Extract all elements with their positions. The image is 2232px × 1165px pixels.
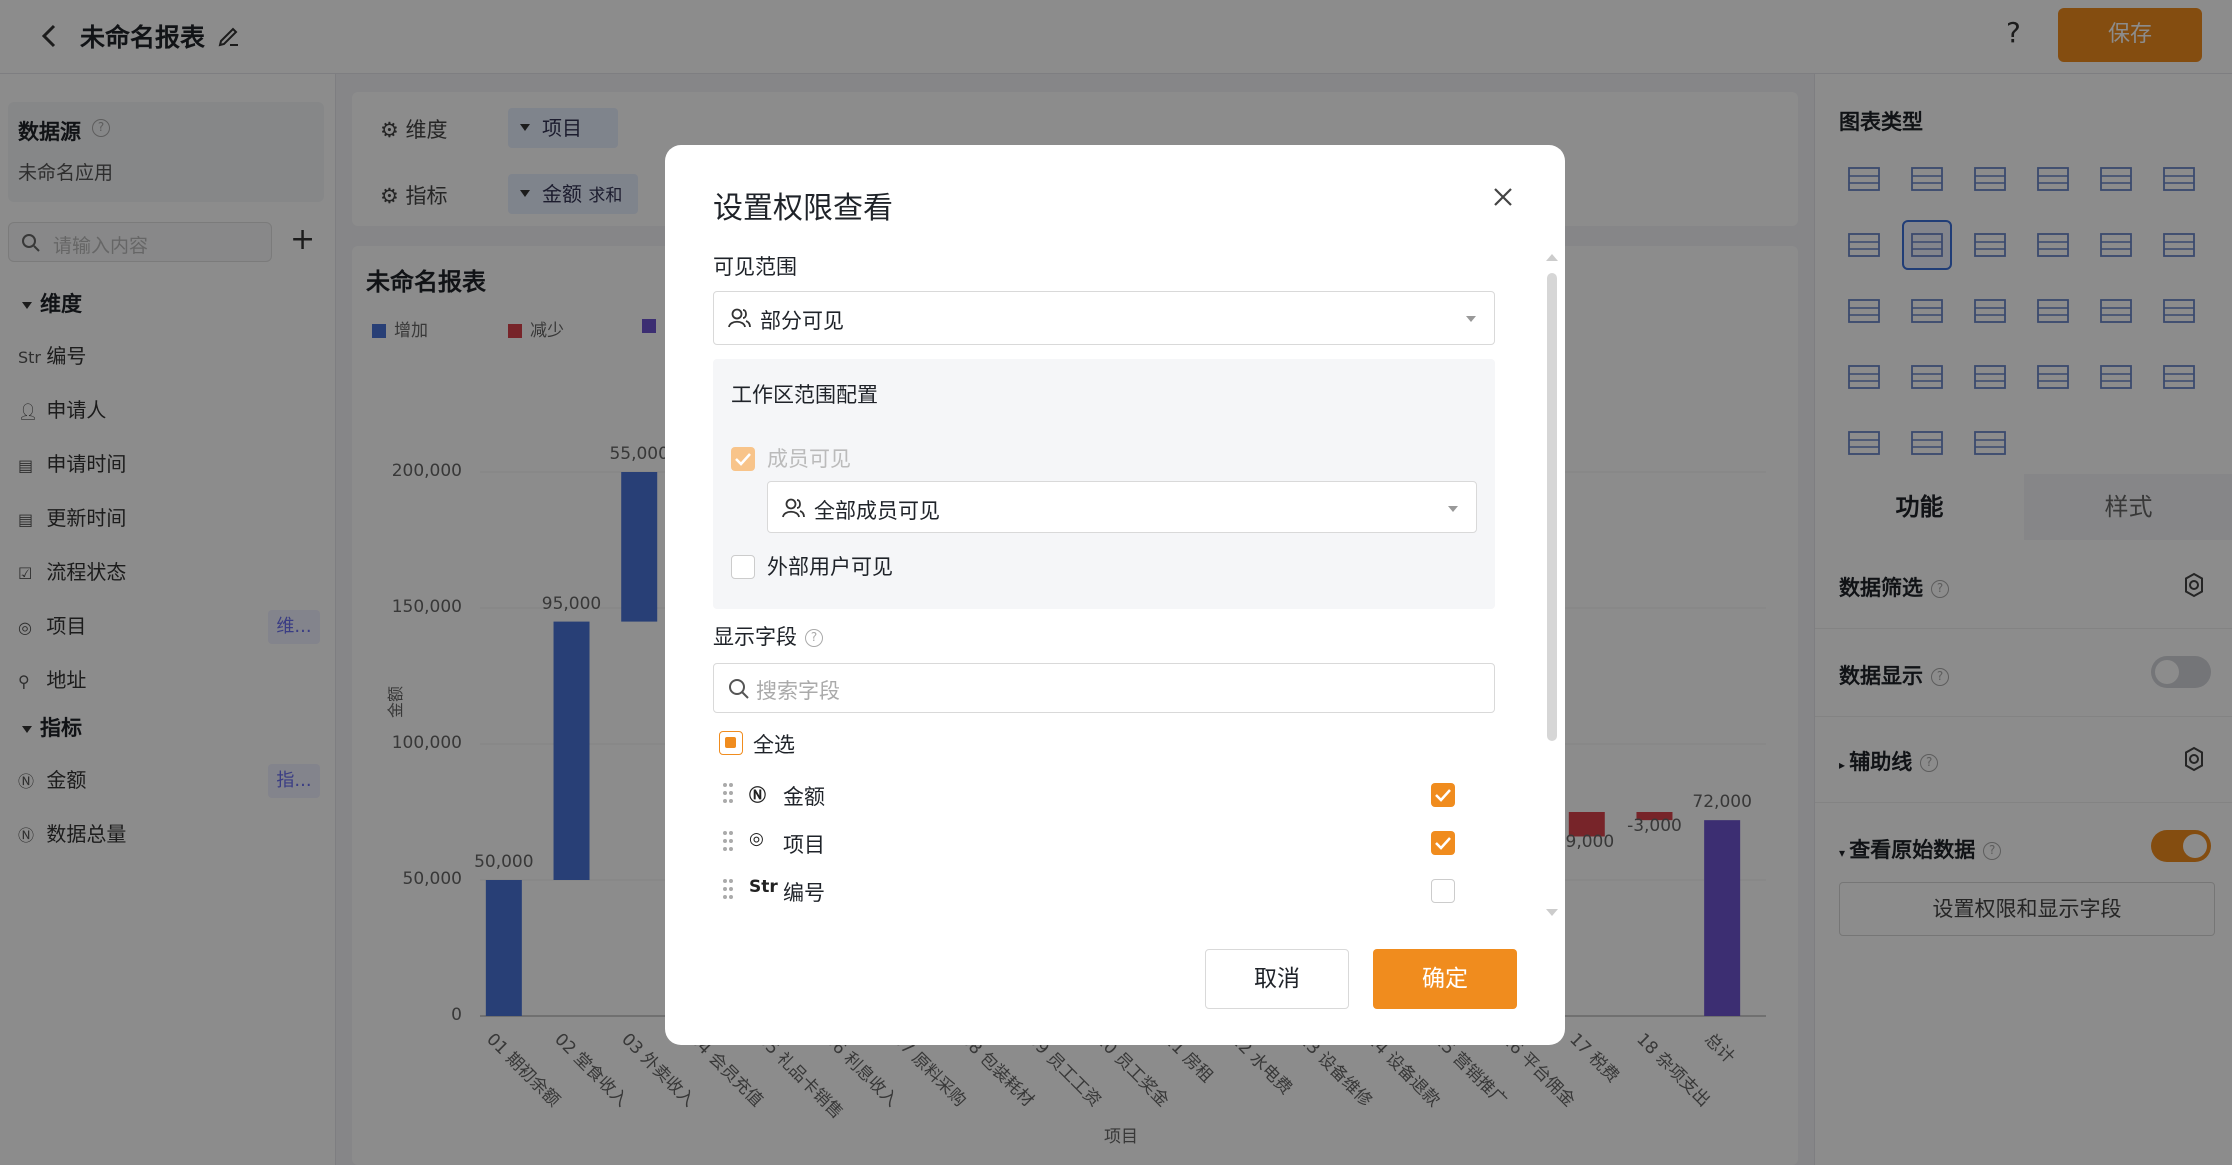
- workspace-config-title: 工作区范围配置: [731, 383, 878, 407]
- field-row[interactable]: Ⓝ 金额: [721, 775, 1481, 815]
- field-row[interactable]: Str 编号: [721, 871, 1481, 911]
- str-type-icon: Str: [749, 877, 778, 897]
- check-icon: [735, 453, 751, 466]
- member-visible-label: 成员可见: [767, 447, 851, 471]
- number-type-icon: Ⓝ: [749, 786, 766, 806]
- permission-modal: 设置权限查看 可见范围 部分可见 工作区范围配置 成员可见 全部成员可见 外部用…: [665, 145, 1565, 1045]
- check-icon: [1435, 789, 1451, 802]
- field-search-input[interactable]: 搜索字段: [713, 663, 1495, 713]
- drag-handle-icon[interactable]: [721, 877, 735, 905]
- field-checkbox[interactable]: [1431, 879, 1455, 903]
- scroll-up-icon[interactable]: [1545, 251, 1559, 263]
- visible-range-label: 可见范围: [713, 255, 797, 279]
- field-row[interactable]: ◎ 项目: [721, 823, 1481, 863]
- visible-range-value: 部分可见: [760, 309, 844, 333]
- display-fields-label: 显示字段?: [713, 621, 823, 651]
- scroll-down-icon[interactable]: [1545, 907, 1559, 919]
- people-icon: [782, 498, 805, 518]
- field-checkbox[interactable]: [1431, 783, 1455, 807]
- field-name: 项目: [783, 833, 825, 857]
- close-icon[interactable]: [1489, 183, 1517, 211]
- cancel-button[interactable]: 取消: [1205, 949, 1349, 1009]
- field-name: 金额: [783, 785, 825, 809]
- select-all-checkbox[interactable]: [719, 731, 743, 755]
- modal-title: 设置权限查看: [713, 191, 893, 226]
- member-visible-checkbox[interactable]: [731, 447, 755, 471]
- check-icon: [1435, 837, 1451, 850]
- report-editor: 未命名报表 ? 保存 数据源 ? 未命名应用 请输入内容 + 维度 Str 编号…: [0, 0, 2232, 1165]
- external-user-label: 外部用户可见: [767, 555, 893, 579]
- select-all-label: 全选: [753, 733, 795, 757]
- confirm-button[interactable]: 确定: [1373, 949, 1517, 1009]
- field-checkbox[interactable]: [1431, 831, 1455, 855]
- dropdown-caret-icon: [1466, 316, 1476, 322]
- external-user-checkbox[interactable]: [731, 555, 755, 579]
- field-name: 编号: [783, 881, 825, 905]
- field-search-placeholder: 搜索字段: [756, 679, 840, 703]
- search-icon: [729, 679, 749, 699]
- scrollbar-thumb[interactable]: [1547, 273, 1557, 741]
- drag-handle-icon[interactable]: [721, 781, 735, 809]
- drag-handle-icon[interactable]: [721, 829, 735, 857]
- radio-type-icon: ◎: [749, 829, 764, 849]
- people-icon: [728, 308, 751, 328]
- visible-range-select[interactable]: 部分可见: [713, 291, 1495, 345]
- workspace-config-box: 工作区范围配置 成员可见 全部成员可见 外部用户可见: [713, 359, 1495, 609]
- dropdown-caret-icon: [1448, 506, 1458, 512]
- member-scope-value: 全部成员可见: [814, 499, 940, 523]
- member-scope-select[interactable]: 全部成员可见: [767, 481, 1477, 533]
- question-icon: ?: [805, 629, 823, 647]
